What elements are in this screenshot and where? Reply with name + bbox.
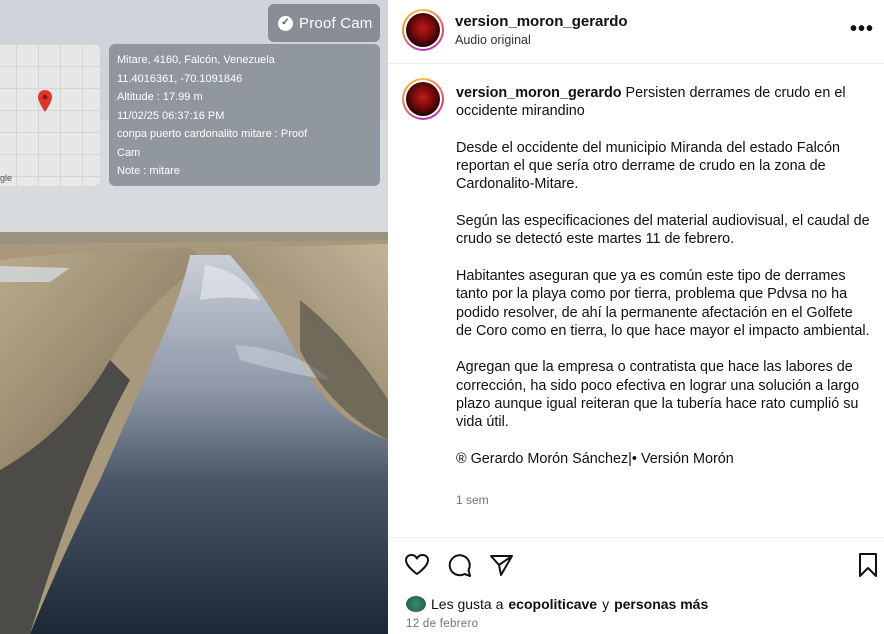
author-avatar[interactable] xyxy=(402,9,444,51)
caption-paragraph: Según las especificaciones del material … xyxy=(456,213,870,248)
more-options-icon[interactable]: ••• xyxy=(850,18,874,41)
post-details-panel: version_moron_gerardo Audio original •••… xyxy=(388,0,884,634)
location-map-thumbnail: gle xyxy=(0,44,100,186)
action-bar xyxy=(404,552,514,578)
geo-line: Altitude : 17.99 m xyxy=(117,91,203,103)
liker-username[interactable]: ecopoliticave xyxy=(508,596,597,612)
like-heart-icon[interactable] xyxy=(404,552,430,578)
proof-cam-label: Proof Cam xyxy=(299,14,373,32)
map-pin-icon xyxy=(38,90,52,112)
geo-line: 11.4016361, -70.1091846 xyxy=(117,72,243,85)
geo-line: 11/02/25 06:37:16 PM xyxy=(117,109,225,122)
google-watermark: gle xyxy=(0,173,13,183)
caption-timestamp[interactable]: 1 sem xyxy=(456,493,489,507)
share-send-icon[interactable] xyxy=(488,552,514,578)
caption-paragraph: Desde el occidente del municipio Miranda… xyxy=(456,139,840,193)
caption-paragraph: Habitantes aseguran que ya es común este… xyxy=(456,267,870,339)
caption-avatar[interactable] xyxy=(402,78,444,120)
likes-prefix: Les gusta a xyxy=(431,596,504,612)
post-header: version_moron_gerardo Audio original ••• xyxy=(388,0,884,64)
caption-username[interactable]: version_moron_gerardo xyxy=(456,85,622,101)
likes-joiner: y xyxy=(602,596,610,612)
check-icon: ✓ xyxy=(278,15,293,31)
geo-line: Cam xyxy=(117,146,141,159)
post-caption: version_moron_gerardo Persisten derrames… xyxy=(456,84,872,487)
author-username[interactable]: version_moron_gerardo xyxy=(455,13,628,30)
geo-line: Note : mitare xyxy=(117,165,180,177)
post-date[interactable]: 12 de febrero xyxy=(406,618,478,630)
likes-others-link[interactable]: personas más xyxy=(614,596,708,612)
divider xyxy=(388,537,884,538)
geo-stamp-card: Mitare, 4160, Falcón, Venezuela 11.40163… xyxy=(109,44,380,186)
audio-link[interactable]: Audio original xyxy=(455,33,628,47)
caption-signature: ® Gerardo Morón Sánchez|• Versión Morón xyxy=(456,450,734,467)
bookmark-icon[interactable] xyxy=(856,552,880,578)
comment-icon[interactable] xyxy=(446,552,472,578)
geo-line: Mitare, 4160, Falcón, Venezuela xyxy=(117,54,275,66)
likes-summary: Les gusta a ecopoliticave y personas más xyxy=(406,596,708,612)
post-media[interactable]: ✓ Proof Cam gle Mitare, 4160, Falcón, Ve… xyxy=(0,0,388,634)
liker-avatar[interactable] xyxy=(406,596,426,612)
proof-cam-badge: ✓ Proof Cam xyxy=(268,4,380,42)
caption-paragraph: Agregan que la empresa o contratista que… xyxy=(456,359,860,431)
geo-line: conpa puerto cardonalito mitare : Proof xyxy=(117,128,308,140)
